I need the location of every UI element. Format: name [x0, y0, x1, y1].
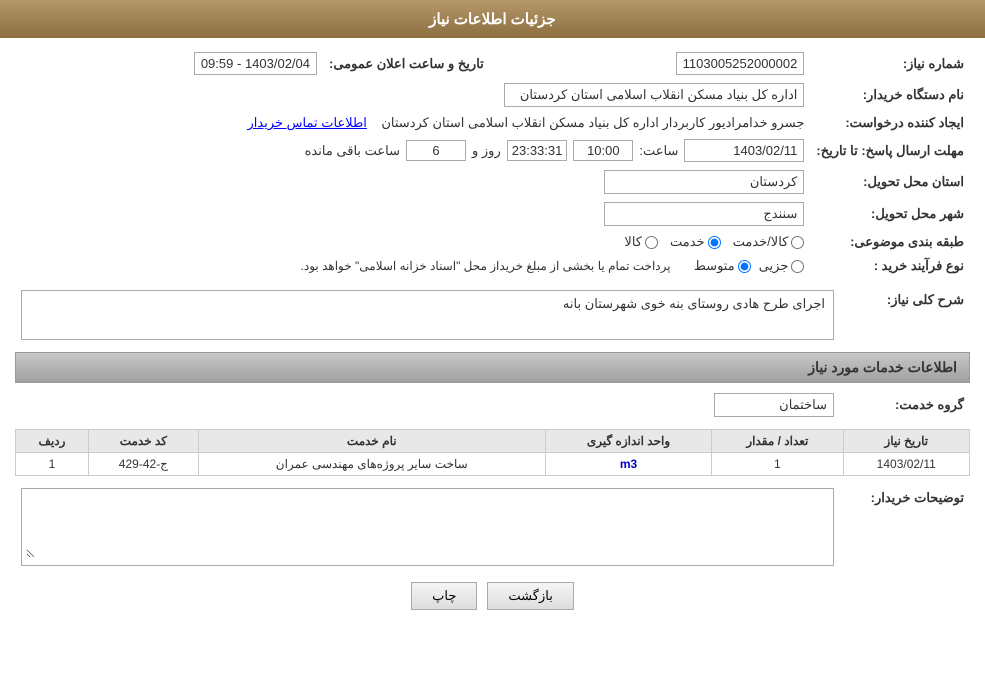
- farayand-motavaset-radio[interactable]: [738, 260, 751, 273]
- tabaqe-khedmat-option[interactable]: خدمت: [670, 234, 721, 250]
- row-kod: ج-42-429: [88, 453, 198, 476]
- farayand-notice: پرداخت تمام یا بخشی از مبلغ خریداز محل "…: [301, 259, 671, 273]
- services-table: تاریخ نیاز تعداد / مقدار واحد اندازه گیر…: [15, 429, 970, 476]
- mohlat-label: مهلت ارسال پاسخ: تا تاریخ:: [810, 135, 970, 166]
- ostan-label: استان محل تحویل:: [810, 166, 970, 198]
- sharh-niaz-label: شرح کلی نیاز:: [840, 286, 970, 344]
- col-vahed: واحد اندازه گیری: [545, 430, 711, 453]
- col-name: نام خدمت: [198, 430, 545, 453]
- tabaqe-kala-khedmat-label: کالا/خدمت: [733, 234, 789, 250]
- mohlat-date-field: 1403/02/11: [684, 139, 804, 162]
- ostan-field: کردستان: [604, 170, 804, 194]
- group-khedmat-field: ساختمان: [714, 393, 834, 417]
- farayand-motavaset-label: متوسط: [694, 258, 735, 274]
- farayand-jozyi-radio[interactable]: [791, 260, 804, 273]
- group-khedmat-label: گروه خدمت:: [840, 389, 970, 421]
- nove-farayand-value: جزیی متوسط پرداخت تمام یا بخشی از مبلغ خ…: [15, 254, 810, 278]
- mohlat-saat-label: ساعت:: [639, 143, 678, 159]
- row-tedad: 1: [712, 453, 843, 476]
- sharh-niaz-value: اجرای طرح هادی روستای بنه خوی شهرستان با…: [15, 286, 840, 344]
- row-name: ساخت سایر پروژه‌های مهندسی عمران: [198, 453, 545, 476]
- nam-dasgah-value: اداره کل بنیاد مسکن انقلاب اسلامی استان …: [15, 79, 810, 111]
- tawzih-label: توضیحات خریدار:: [840, 484, 970, 570]
- tabaqe-kala-khedmat-option[interactable]: کالا/خدمت: [733, 234, 805, 250]
- page-title: جزئیات اطلاعات نیاز: [429, 11, 556, 28]
- mohlat-baqi-label: ساعت باقی مانده: [305, 143, 400, 159]
- group-khedmat-table: گروه خدمت: ساختمان: [15, 389, 970, 421]
- nam-dasgah-field: اداره کل بنیاد مسکن انقلاب اسلامی استان …: [504, 83, 804, 107]
- tabaqe-khedmat-radio[interactable]: [708, 236, 721, 249]
- row-vahed: m3: [545, 453, 711, 476]
- shahr-label: شهر محل تحویل:: [810, 198, 970, 230]
- tabaqe-kala-radio[interactable]: [645, 236, 658, 249]
- ijad-field: جسرو خدامرادیور کاربردار اداره کل بنیاد …: [381, 115, 804, 130]
- page-header: جزئیات اطلاعات نیاز: [0, 0, 985, 38]
- button-group: بازگشت چاپ: [15, 582, 970, 610]
- mohlat-roz-field: 6: [406, 140, 466, 161]
- farayand-jozyi-label: جزیی: [759, 258, 789, 274]
- tabaqe-kala-option[interactable]: کالا: [624, 234, 658, 250]
- tabaqe-khedmat-label: خدمت: [670, 234, 705, 250]
- main-info-table: شماره نیاز: 1103005252000002 تاریخ و ساع…: [15, 48, 970, 278]
- mohlat-value: 1403/02/11 ساعت: 10:00 23:33:31 روز و 6 …: [15, 135, 810, 166]
- shomare-niaz-field: 1103005252000002: [676, 52, 805, 75]
- khadamat-section-title: اطلاعات خدمات مورد نیاز: [15, 352, 970, 383]
- col-radif: ردیف: [16, 430, 89, 453]
- col-tedad: تعداد / مقدار: [712, 430, 843, 453]
- datetime-label: تاریخ و ساعت اعلان عمومی:: [323, 48, 490, 79]
- datetime-field: 1403/02/04 - 09:59: [194, 52, 317, 75]
- tawzih-table: توضیحات خریدار:: [15, 484, 970, 570]
- row-radif: 1: [16, 453, 89, 476]
- sharh-niaz-text: اجرای طرح هادی روستای بنه خوی شهرستان با…: [563, 296, 825, 311]
- datetime-value: 1403/02/04 - 09:59: [15, 48, 323, 79]
- tabaqe-label: طبقه بندی موضوعی:: [810, 230, 970, 254]
- ettelaat-tamas-link[interactable]: اطلاعات تماس خریدار: [248, 115, 367, 130]
- row-tarikh: 1403/02/11: [843, 453, 969, 476]
- bazgasht-button[interactable]: بازگشت: [487, 582, 573, 610]
- group-khedmat-value: ساختمان: [15, 389, 840, 421]
- tabaqe-kala-label: کالا: [624, 234, 642, 250]
- ostan-value: کردستان: [15, 166, 810, 198]
- farayand-motavaset-option[interactable]: متوسط: [694, 258, 751, 274]
- col-tarikh: تاریخ نیاز: [843, 430, 969, 453]
- farayand-jozyi-option[interactable]: جزیی: [759, 258, 805, 274]
- chap-button[interactable]: چاپ: [411, 582, 477, 610]
- mohlat-roz-label: روز و: [472, 143, 501, 159]
- col-kod: کد خدمت: [88, 430, 198, 453]
- tawzih-value: [15, 484, 840, 570]
- shomare-niaz-label: شماره نیاز:: [810, 48, 970, 79]
- tabaqe-value: کالا/خدمت خدمت کالا: [15, 230, 810, 254]
- shahr-field: سنندج: [604, 202, 804, 226]
- shomare-niaz-value: 1103005252000002: [490, 48, 811, 79]
- sharh-niaz-table: شرح کلی نیاز: اجرای طرح هادی روستای بنه …: [15, 286, 970, 344]
- table-row: 1403/02/11 1 m3 ساخت سایر پروژه‌های مهند…: [16, 453, 970, 476]
- shahr-value: سنندج: [15, 198, 810, 230]
- nove-farayand-label: نوع فرآیند خرید :: [810, 254, 970, 278]
- tabaqe-kala-khedmat-radio[interactable]: [791, 236, 804, 249]
- mohlat-time-field: 10:00: [573, 140, 633, 161]
- tawzih-textarea[interactable]: [26, 493, 829, 558]
- nam-dasgah-label: نام دستگاه خریدار:: [810, 79, 970, 111]
- ijad-value: جسرو خدامرادیور کاربردار اداره کل بنیاد …: [15, 111, 810, 135]
- mohlat-countdown-field: 23:33:31: [507, 140, 568, 161]
- ijad-label: ایجاد کننده درخواست:: [810, 111, 970, 135]
